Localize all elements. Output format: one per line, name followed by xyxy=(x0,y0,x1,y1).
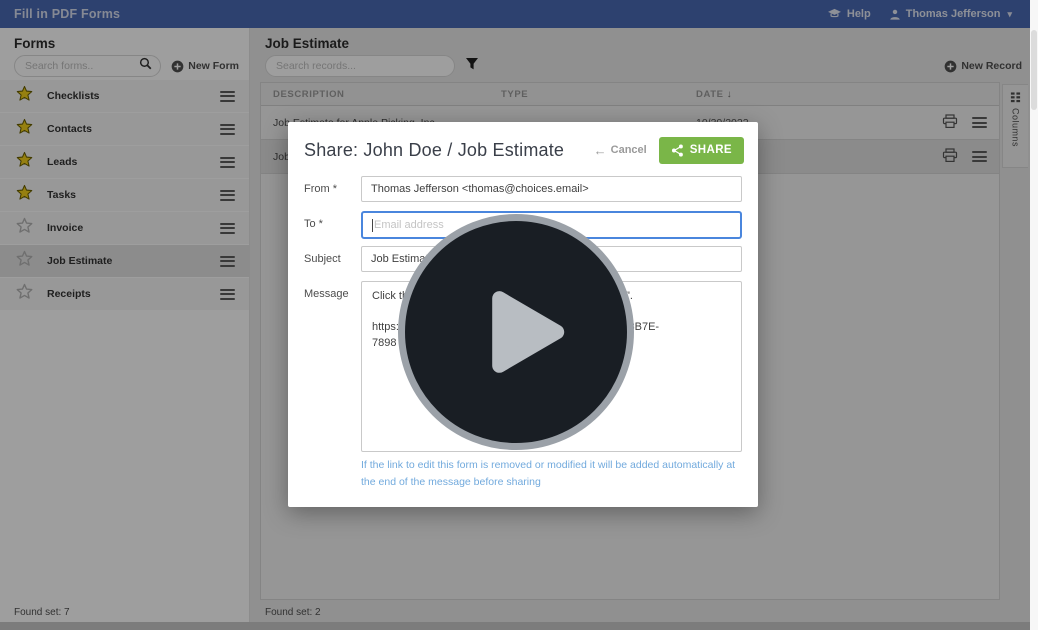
video-play-button[interactable] xyxy=(398,214,634,450)
play-triangle-icon xyxy=(461,272,581,392)
cancel-button[interactable]: ← Cancel xyxy=(594,143,647,158)
to-placeholder: Email address xyxy=(374,219,444,231)
scrollbar-thumb[interactable] xyxy=(1031,30,1037,110)
message-label: Message xyxy=(304,281,361,452)
share-nodes-icon xyxy=(671,144,684,157)
text-cursor xyxy=(372,219,373,232)
dialog-title: Share: John Doe / Job Estimate xyxy=(304,140,594,161)
from-label: From * xyxy=(304,176,361,202)
subject-label: Subject xyxy=(304,246,361,272)
from-value: Thomas Jefferson <thomas@choices.email> xyxy=(371,183,589,195)
from-field[interactable]: Thomas Jefferson <thomas@choices.email> xyxy=(361,176,742,202)
back-arrow-icon: ← xyxy=(594,143,607,158)
share-button[interactable]: SHARE xyxy=(659,137,744,164)
link-note: If the link to edit this form is removed… xyxy=(361,457,742,492)
vertical-scrollbar[interactable] xyxy=(1030,0,1038,630)
to-label: To * xyxy=(304,211,361,239)
